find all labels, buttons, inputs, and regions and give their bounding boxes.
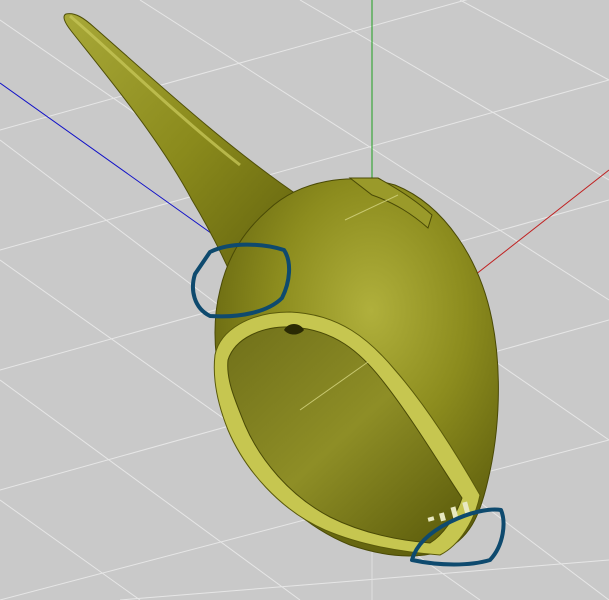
3d-model-viewport[interactable] [0, 0, 609, 600]
viewport-canvas[interactable] [0, 0, 609, 600]
